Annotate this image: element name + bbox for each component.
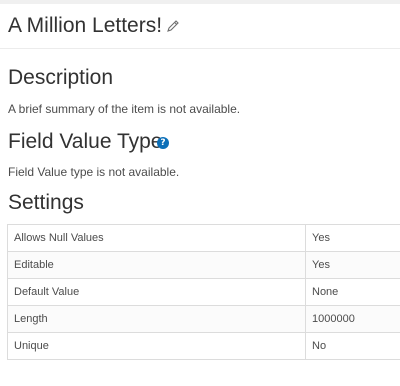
settings-table: Allows Null Values Yes Editable Yes Defa… — [7, 224, 400, 360]
setting-label: Allows Null Values — [7, 224, 306, 252]
setting-value: No — [305, 332, 400, 360]
item-title: A Million Letters! — [8, 14, 163, 37]
table-row: Default Value None — [7, 278, 400, 306]
setting-value: None — [305, 278, 400, 306]
setting-value: Yes — [305, 251, 400, 279]
setting-label: Default Value — [7, 278, 306, 306]
setting-label: Length — [7, 305, 306, 333]
setting-label: Editable — [7, 251, 306, 279]
field-value-type-heading: Field Value Type — [8, 130, 163, 153]
setting-label: Unique — [7, 332, 306, 360]
pencil-icon[interactable] — [166, 19, 180, 33]
description-text: A brief summary of the item is not avail… — [8, 102, 241, 116]
table-row: Unique No — [7, 332, 400, 360]
settings-heading: Settings — [8, 191, 84, 214]
question-circle-icon[interactable]: ? — [157, 137, 169, 149]
description-heading: Description — [8, 66, 114, 89]
table-row: Allows Null Values Yes — [7, 224, 400, 252]
setting-value: 1000000 — [305, 305, 400, 333]
item-header: A Million Letters! — [0, 4, 400, 49]
table-row: Length 1000000 — [7, 305, 400, 333]
table-row: Editable Yes — [7, 251, 400, 279]
field-value-type-text: Field Value type is not available. — [8, 165, 180, 179]
setting-value: Yes — [305, 224, 400, 252]
